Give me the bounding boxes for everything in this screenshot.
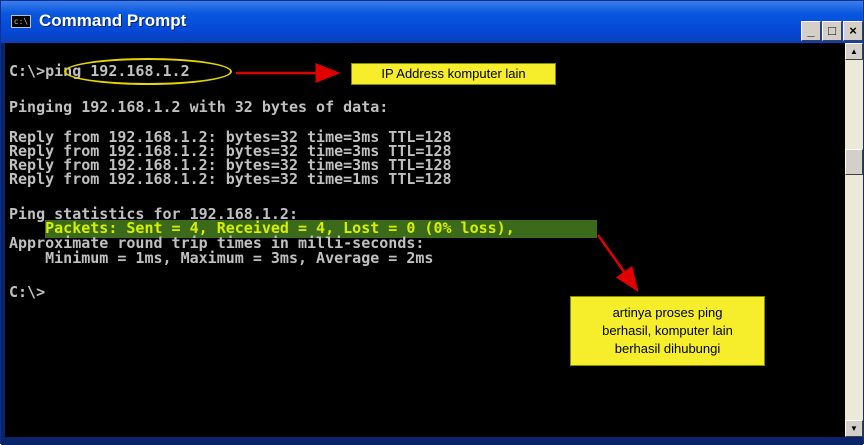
ping-note-line: artinya proses ping [612, 305, 723, 320]
ping-note-line: berhasil dihubungi [614, 341, 721, 356]
scroll-down-arrow-icon[interactable]: ▼ [845, 420, 863, 437]
window-title: Command Prompt [39, 11, 187, 30]
close-button[interactable]: × [843, 21, 863, 41]
command-prompt-icon[interactable]: c:\ [11, 15, 31, 28]
vertical-scrollbar[interactable]: ▲ ▼ [845, 43, 863, 437]
ip-address-highlight-ellipse [64, 58, 232, 85]
console-prompt: C:\> [9, 283, 46, 301]
console-line-pinging: Pinging 192.168.1.2 with 32 bytes of dat… [9, 98, 389, 116]
scroll-thumb[interactable] [845, 149, 863, 175]
console-line-reply: Reply from 192.168.1.2: bytes=32 time=1m… [9, 170, 452, 188]
minimize-button[interactable]: _ [801, 21, 821, 41]
scroll-up-arrow-icon[interactable]: ▲ [845, 43, 863, 60]
maximize-button[interactable]: □ [822, 21, 842, 41]
console-line-min-max-avg: Minimum = 1ms, Maximum = 3ms, Average = … [9, 249, 434, 267]
title-bar[interactable]: c:\ Command Prompt _ □ × [1, 1, 863, 43]
ping-result-note: artinya proses ping berhasil, komputer l… [570, 296, 765, 366]
ip-address-note: IP Address komputer lain [351, 63, 556, 85]
ping-note-line: berhasil, komputer lain [602, 323, 733, 338]
